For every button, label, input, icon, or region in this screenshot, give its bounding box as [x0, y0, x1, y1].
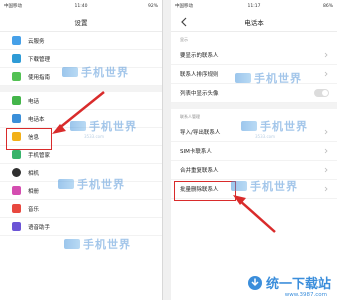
contacts-item-label: 要显示的联系人	[180, 53, 219, 59]
watermark-logo-icon	[241, 121, 257, 131]
watermark-sub: 3533.com	[255, 134, 275, 139]
site-brand: 统一下载站	[247, 273, 331, 292]
chevron-right-icon	[324, 167, 328, 173]
watermark: 手机世界	[62, 64, 129, 80]
watermark-text: 手机世界	[254, 72, 302, 85]
contacts-icon	[12, 114, 21, 123]
contacts-item-label: 合并重复联系人	[180, 168, 219, 174]
contacts-item-label: 导入/导出联系人	[180, 130, 221, 136]
brand-name: 统一下载站	[265, 277, 331, 292]
watermark: 手机世界	[64, 236, 131, 252]
watermark-sub: 3533.com	[84, 134, 104, 139]
watermark-text: 手机世界	[89, 120, 137, 133]
settings-item-voice-assistant[interactable]: 语音助手	[0, 218, 162, 236]
watermark-text: 手机世界	[250, 180, 298, 193]
settings-item-label: 使用指南	[28, 74, 51, 81]
watermark-logo-icon	[235, 73, 251, 83]
music-icon	[12, 204, 21, 213]
settings-item-label: 语音助手	[28, 224, 51, 231]
chevron-right-icon	[324, 52, 328, 58]
settings-item-label: 云服务	[28, 38, 45, 45]
chevron-right-icon	[324, 186, 328, 192]
watermark: 手机世界	[70, 118, 137, 134]
contacts-settings-screen: 中国移动 11:17 86% 电话本 显示 要显示的联系人 联系人排序规则 列表…	[171, 0, 337, 300]
download-site-logo-icon	[247, 275, 262, 290]
watermark-text: 手机世界	[83, 238, 131, 251]
watermark-text: 手机世界	[260, 120, 308, 133]
contacts-item-show-avatar: 列表中显示头像	[171, 84, 337, 103]
page-title: 设置	[0, 12, 162, 32]
watermark: 手机世界	[235, 70, 302, 86]
settings-item-label: 相册	[28, 188, 40, 195]
watermark-logo-icon	[58, 179, 74, 189]
settings-item-cloud[interactable]: 云服务	[0, 32, 162, 50]
watermark-logo-icon	[62, 67, 78, 77]
watermark: 手机世界	[58, 176, 125, 192]
page-title: 电话本	[244, 18, 264, 27]
contacts-item-visible-contacts[interactable]: 要显示的联系人	[171, 46, 337, 65]
settings-screen: 中国移动 11:40 92% 设置 云服务 下载管理 使用指南 电话 电话本 信…	[0, 0, 163, 300]
gallery-icon	[12, 186, 21, 195]
section-label-display: 显示	[180, 37, 188, 42]
chevron-right-icon	[324, 71, 328, 77]
header: 电话本	[171, 12, 337, 32]
settings-item-music[interactable]: 音乐	[0, 200, 162, 218]
contacts-item-label: 联系人排序规则	[180, 72, 219, 78]
settings-item-label: 手机管家	[28, 152, 51, 159]
watermark: 手机世界	[231, 178, 298, 194]
merge-duplicates-highlight-box	[174, 181, 236, 201]
camera-icon	[12, 168, 21, 177]
contacts-item-label: SIM卡联系人	[180, 149, 212, 155]
watermark: 手机世界	[241, 118, 308, 134]
status-bar: 中国移动 11:40 92%	[0, 0, 162, 12]
watermark-logo-icon	[231, 181, 247, 191]
contacts-item-label: 列表中显示头像	[180, 91, 219, 97]
shield-icon	[12, 150, 21, 159]
back-arrow-icon[interactable]	[178, 16, 190, 28]
chevron-right-icon	[324, 129, 328, 135]
phone-icon	[12, 96, 21, 105]
settings-item-phone[interactable]: 电话	[0, 92, 162, 110]
watermark-logo-icon	[64, 239, 80, 249]
brand-url[interactable]: www.3987.com	[285, 292, 327, 298]
chevron-right-icon	[324, 148, 328, 154]
settings-item-label: 下载管理	[28, 56, 51, 63]
show-avatar-toggle[interactable]	[314, 89, 329, 97]
clock-label: 11:17	[247, 3, 261, 9]
status-bar: 中国移动 11:17 86%	[171, 0, 337, 12]
watermark-text: 手机世界	[81, 66, 129, 79]
settings-item-label: 电话本	[28, 116, 45, 123]
guide-icon	[12, 72, 21, 81]
settings-item-label: 电话	[28, 98, 40, 105]
microphone-icon	[12, 222, 21, 231]
download-icon	[12, 54, 21, 63]
cloud-icon	[12, 36, 21, 45]
contacts-highlight-box	[6, 128, 52, 150]
watermark-logo-icon	[70, 121, 86, 131]
watermark-text: 手机世界	[77, 178, 125, 191]
contacts-item-sim-contacts[interactable]: SIM卡联系人	[171, 142, 337, 161]
settings-item-label: 相机	[28, 170, 40, 177]
clock-label: 11:40	[74, 3, 88, 9]
settings-item-label: 音乐	[28, 206, 40, 213]
